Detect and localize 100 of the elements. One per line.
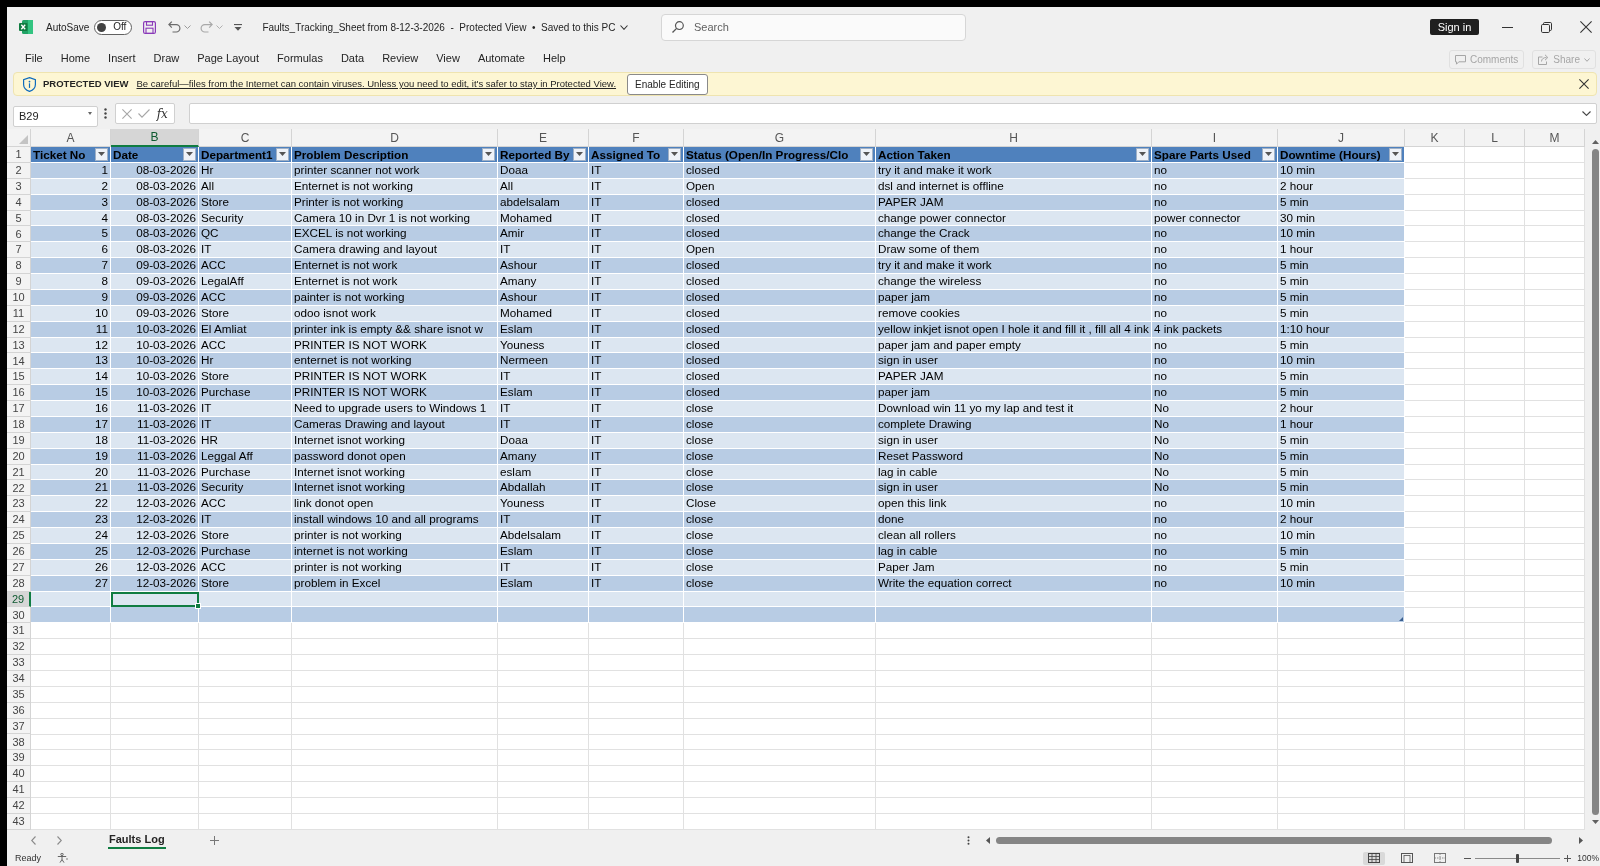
check-icon[interactable] [138,109,151,118]
row-number[interactable]: 31 [7,623,31,640]
ribbon-tab[interactable]: Automate [477,49,525,70]
column-heading[interactable]: E [498,129,589,147]
ribbon-tab[interactable]: Page Layout [197,49,260,70]
minus-icon[interactable] [1464,857,1472,859]
chevron-down-icon[interactable] [1582,111,1591,116]
spreadsheet-app-icon[interactable] [19,20,33,34]
caret-down-icon[interactable] [88,112,92,115]
status-text: Ready [15,853,41,863]
filter-button[interactable] [1389,147,1402,161]
ribbon-tab[interactable]: Formulas [277,49,323,70]
plus-icon[interactable] [1564,854,1572,862]
sign-in-button[interactable]: Sign in [1430,19,1479,35]
column-heading[interactable]: L [1465,129,1525,147]
row-number[interactable]: 25 [7,528,31,544]
plus-icon[interactable] [209,835,219,845]
vertical-dots-icon[interactable] [104,108,107,119]
column-heading[interactable]: J [1278,129,1405,147]
sheet-tab[interactable]: Faults Log [108,831,166,849]
ribbon-tab[interactable]: View [436,49,460,70]
filter-button[interactable] [482,147,495,161]
accessibility-icon[interactable] [57,853,68,863]
row-number[interactable]: 9 [7,274,31,290]
row-number[interactable]: 8 [7,258,31,274]
protected-view-link[interactable]: Be careful—files from the Internet can contain viruses. Unless you need to edit, it's safer to stay in Protected View. [136,76,617,92]
filter-button[interactable] [573,147,586,161]
column-heading[interactable]: A [31,129,111,147]
row-number[interactable]: 22 [7,480,31,497]
column-heading[interactable]: D [292,129,498,147]
undo-icon[interactable] [168,21,182,33]
chevron-right-icon[interactable] [57,835,62,845]
table-cell: 23 [31,512,111,528]
search-field[interactable]: Search [661,13,966,41]
row-number[interactable]: 30 [7,607,31,624]
column-heading[interactable]: I [1152,129,1278,147]
enable-editing-button[interactable]: Enable Editing [627,73,708,95]
ribbon-tab[interactable]: File [25,49,43,70]
table-cell: Download win 11 yo my lap and test it [876,401,1152,417]
row-number[interactable]: 7 [7,242,31,259]
filter-button[interactable] [860,147,873,161]
row-number[interactable]: 14 [7,353,31,370]
row-number[interactable]: 40 [7,766,31,782]
ribbon-tab[interactable]: Home [60,49,91,70]
column-heading[interactable]: F [589,129,684,147]
row-number[interactable]: 17 [7,401,31,417]
ribbon-tab[interactable]: Data [340,49,365,70]
table-cell: 15 [31,385,111,401]
filter-button[interactable] [276,147,289,161]
ribbon-tab[interactable]: Insert [108,49,136,70]
table-cell: IT [498,369,589,386]
filter-button[interactable] [668,147,681,161]
ribbon-tab[interactable]: Draw [153,49,180,70]
autosave-toggle[interactable]: Off [94,19,133,35]
scrollbar-thumb[interactable] [1591,149,1599,815]
filter-button[interactable] [1136,147,1149,161]
left-arrow-icon[interactable] [986,836,990,844]
filter-button[interactable] [95,147,108,161]
insert-function-button[interactable]: fx [156,107,168,120]
column-heading[interactable]: B [111,129,199,147]
right-arrow-icon[interactable] [1579,836,1583,844]
up-arrow-icon[interactable] [1591,140,1599,144]
formula-field[interactable] [189,103,1597,124]
vertical-dots-icon[interactable] [967,835,970,845]
row-number[interactable]: 23 [7,496,31,513]
save-icon[interactable] [143,20,157,34]
table-cell: no [1152,512,1278,528]
filter-button[interactable] [1262,147,1275,161]
filter-button[interactable] [183,147,196,161]
chevron-left-icon[interactable] [31,835,36,845]
ribbon-tab[interactable]: Help [542,49,566,70]
close-button[interactable] [1580,21,1592,33]
name-box[interactable]: B29 [13,105,98,127]
row-number[interactable]: 38 [7,734,31,751]
fill-handle-icon[interactable] [195,603,201,610]
column-heading[interactable]: H [876,129,1152,147]
chevron-down-icon[interactable] [619,24,628,30]
row-number[interactable]: 24 [7,512,31,528]
row-number[interactable]: 41 [7,782,31,798]
column-heading[interactable]: K [1405,129,1465,147]
resize-handle-icon[interactable] [1399,617,1403,622]
down-arrow-icon[interactable] [1591,820,1599,824]
column-heading[interactable]: G [684,129,876,147]
ribbon-tab[interactable]: Review [382,49,419,70]
close-button[interactable] [1579,79,1589,89]
scrollbar-thumb[interactable] [996,836,1552,844]
restore-button[interactable] [1541,21,1552,33]
row-number[interactable]: 6 [7,226,31,243]
table-cell: close [684,528,876,544]
row-number[interactable]: 33 [7,655,31,671]
row-number[interactable]: 1 [7,147,31,163]
row-number[interactable]: 15 [7,369,31,386]
column-heading[interactable]: M [1525,129,1585,147]
slider-thumb[interactable] [1516,853,1520,863]
column-heading[interactable]: C [199,129,292,147]
view-button[interactable] [1363,851,1386,865]
row-number[interactable]: 16 [7,385,31,401]
row-number[interactable]: 32 [7,639,31,655]
customize-toolbar-icon[interactable] [234,23,243,31]
row-number[interactable]: 39 [7,750,31,767]
